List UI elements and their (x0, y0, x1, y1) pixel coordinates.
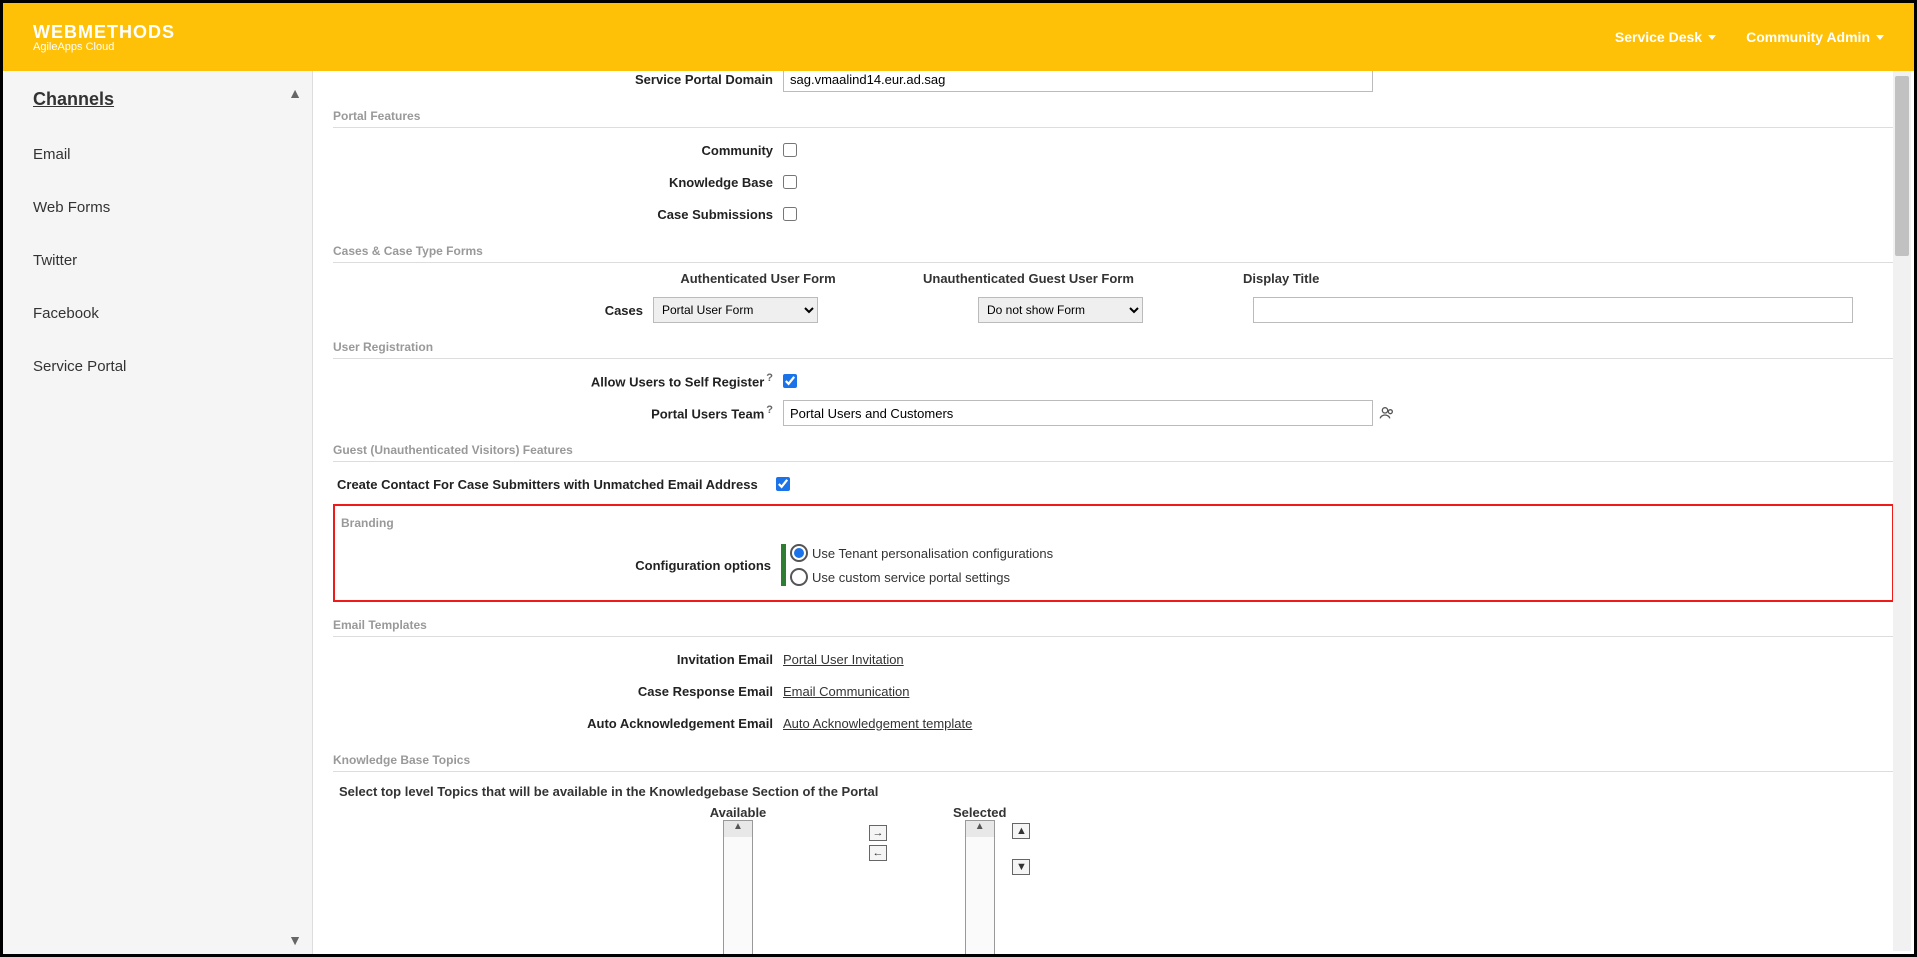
chevron-down-icon (1708, 35, 1716, 40)
kb-topics-header: Knowledge Base Topics (333, 747, 1894, 772)
portal-users-team-label: Portal Users Team? (333, 404, 783, 421)
user-registration-header: User Registration (333, 334, 1894, 359)
create-contact-label: Create Contact For Case Submitters with … (333, 477, 768, 492)
unauth-form-select[interactable]: Do not show Form (978, 297, 1143, 323)
service-portal-domain-input[interactable] (783, 71, 1373, 92)
collapse-icon[interactable]: ▲ (288, 85, 302, 101)
brand: WEBMETHODS AgileApps Cloud (33, 22, 175, 53)
portal-features-header: Portal Features (333, 103, 1894, 128)
portal-users-team-input[interactable] (783, 400, 1373, 426)
help-icon[interactable]: ? (766, 404, 773, 416)
available-listbox[interactable]: ▲ ▼ (723, 820, 753, 954)
sidebar-item-email[interactable]: Email (3, 128, 312, 181)
config-opt-custom[interactable]: Use custom service portal settings (790, 568, 1010, 586)
sidebar-item-facebook[interactable]: Facebook (3, 287, 312, 340)
sidebar-item-web-forms[interactable]: Web Forms (3, 181, 312, 234)
allow-self-register-label: Allow Users to Self Register? (333, 372, 783, 389)
community-admin-label: Community Admin (1746, 29, 1870, 45)
guest-features-header: Guest (Unauthenticated Visitors) Feature… (333, 437, 1894, 462)
main-content[interactable]: Service Portal Domain Portal Features Co… (313, 71, 1914, 954)
cases-header: Cases & Case Type Forms (333, 238, 1894, 263)
service-desk-label: Service Desk (1615, 29, 1702, 45)
case-submissions-label: Case Submissions (333, 207, 783, 222)
knowledge-base-checkbox[interactable] (783, 175, 797, 189)
invitation-email-link[interactable]: Portal User Invitation (783, 652, 904, 667)
sidebar-item-service-portal[interactable]: Service Portal (3, 340, 312, 393)
display-title-label: Display Title (1243, 271, 1894, 286)
knowledge-base-label: Knowledge Base (333, 175, 783, 190)
kb-topics-transfer: Available ▲ ▼ → ← Selected ▲ ▼ (333, 805, 1894, 954)
help-icon[interactable]: ? (766, 372, 773, 384)
available-label: Available (673, 805, 803, 820)
community-admin-dropdown[interactable]: Community Admin (1746, 29, 1884, 45)
branding-header: Branding (341, 510, 1886, 534)
email-templates-header: Email Templates (333, 612, 1894, 637)
chevron-down-icon (1876, 35, 1884, 40)
create-contact-checkbox[interactable] (776, 477, 790, 491)
sidebar-item-twitter[interactable]: Twitter (3, 234, 312, 287)
config-opt-custom-label: Use custom service portal settings (812, 570, 1010, 585)
auto-ack-email-link[interactable]: Auto Acknowledgement template (783, 716, 972, 731)
team-lookup-icon[interactable] (1379, 405, 1395, 421)
branding-highlight-box: Branding Configuration options Use Tenan… (333, 504, 1894, 602)
move-up-button[interactable]: ▲ (1012, 823, 1030, 839)
display-title-input[interactable] (1253, 297, 1853, 323)
move-down-button[interactable]: ▼ (1012, 859, 1030, 875)
service-desk-dropdown[interactable]: Service Desk (1615, 29, 1716, 45)
vertical-scrollbar[interactable] (1893, 71, 1911, 951)
selected-label: Selected (953, 805, 1006, 820)
unauth-form-label: Unauthenticated Guest User Form (923, 271, 1203, 286)
top-bar: WEBMETHODS AgileApps Cloud Service Desk … (3, 3, 1914, 71)
case-response-email-link[interactable]: Email Communication (783, 684, 909, 699)
auto-ack-email-label: Auto Acknowledgement Email (333, 716, 783, 731)
top-actions: Service Desk Community Admin (1615, 29, 1884, 45)
auth-form-select[interactable]: Portal User Form (653, 297, 818, 323)
service-portal-domain-label: Service Portal Domain (333, 72, 783, 87)
brand-main: WEBMETHODS (33, 22, 175, 43)
kb-instruction: Select top level Topics that will be ava… (333, 780, 1894, 801)
sidebar: Channels ▲ Email Web Forms Twitter Faceb… (3, 71, 313, 954)
config-options-label: Configuration options (341, 558, 781, 573)
scroll-up-icon[interactable]: ▲ (724, 821, 752, 837)
scroll-up-icon[interactable]: ▲ (966, 821, 994, 837)
case-response-email-label: Case Response Email (333, 684, 783, 699)
cases-row-label: Cases (333, 303, 653, 318)
invitation-email-label: Invitation Email (333, 652, 783, 667)
sidebar-title[interactable]: Channels (3, 71, 312, 128)
expand-icon[interactable]: ▼ (288, 932, 302, 948)
move-left-button[interactable]: ← (869, 845, 887, 861)
config-opt-tenant-label: Use Tenant personalisation configuration… (812, 546, 1053, 561)
selected-listbox[interactable]: ▲ ▼ (965, 820, 995, 954)
community-checkbox[interactable] (783, 143, 797, 157)
allow-self-register-checkbox[interactable] (783, 374, 797, 388)
config-opt-tenant[interactable]: Use Tenant personalisation configuration… (790, 544, 1053, 562)
move-right-button[interactable]: → (869, 825, 887, 841)
community-label: Community (333, 143, 783, 158)
case-submissions-checkbox[interactable] (783, 207, 797, 221)
auth-form-label: Authenticated User Form (633, 271, 883, 286)
scrollbar-thumb[interactable] (1895, 76, 1909, 256)
